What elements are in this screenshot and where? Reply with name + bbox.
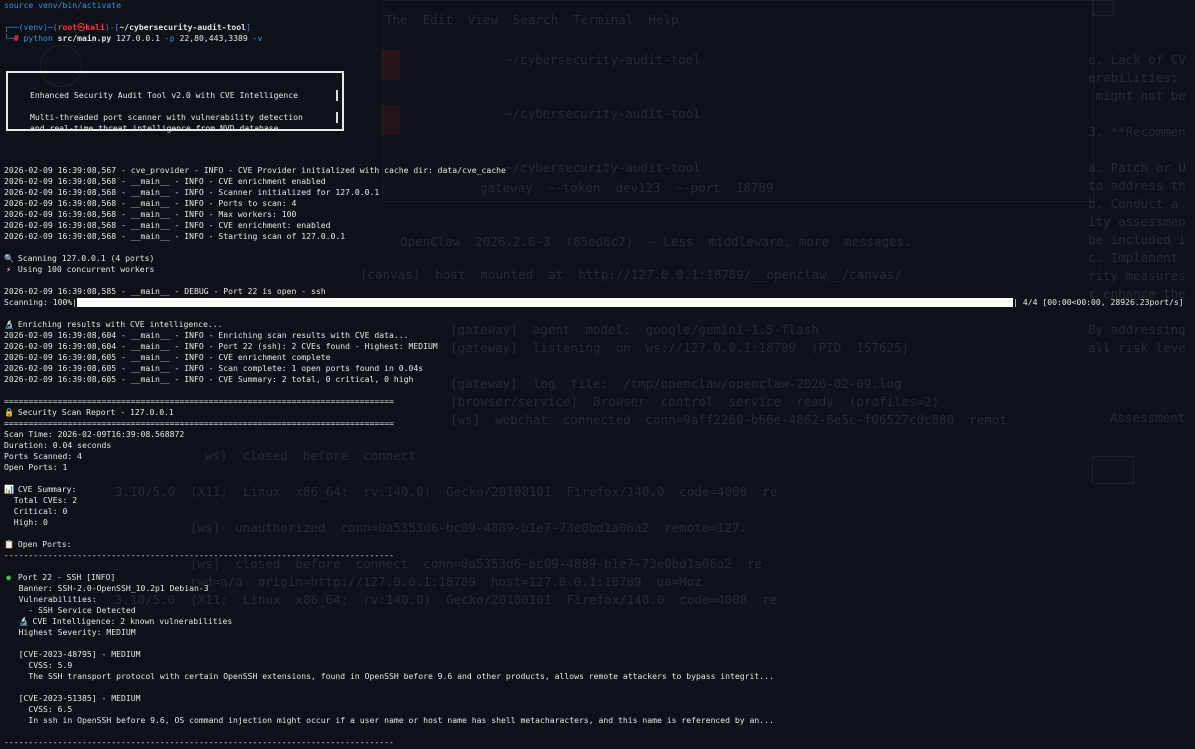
prompt-user: root	[57, 22, 78, 32]
cve-summary-header: 📊 CVE Summary:	[4, 484, 1195, 495]
separator-dash: ----------------------------------------…	[4, 737, 394, 747]
progress-line: Scanning: 100%| | 4/4 [00:00<00:00, 28926…	[4, 297, 1195, 308]
critical-count: Critical: 0	[4, 506, 68, 516]
cmd-flag-v: -v	[252, 33, 263, 43]
cve-score: CVSS: 6.5	[4, 704, 73, 714]
scanning-line: 🔍 Scanning 127.0.0.1 (4 ports)	[4, 253, 1195, 264]
workers-text: Using 100 concurrent workers	[17, 264, 155, 274]
cmd-script: src/main.py	[57, 33, 112, 43]
cve-intel-line: 🔬 CVE Intelligence: 2 known vulnerabilit…	[4, 616, 1195, 627]
bar-chart-icon: 📊	[4, 484, 15, 494]
vuln-item: - SSH Service Detected	[4, 605, 136, 615]
cve-description: The SSH transport protocol with certain …	[4, 671, 774, 681]
vulns-header: Vulnerabilities:	[4, 594, 97, 604]
green-circle-icon: ●	[6, 572, 11, 582]
terminal-log: 2026-02-09 16:39:08,567 - cve_provider -…	[4, 165, 1195, 749]
log-line: 2026-02-09 16:39:08,567 - cve_provider -…	[4, 165, 506, 175]
cmd-host: 127.0.0.1	[116, 33, 160, 43]
cve-summary-text: CVE Summary:	[17, 484, 77, 494]
microscope-icon: 🔬	[18, 616, 29, 626]
port-entry: ● Port 22 - SSH [INFO]	[4, 572, 1195, 583]
duration: Duration: 0.04 seconds	[4, 440, 112, 450]
ports-scanned: Ports Scanned: 4	[4, 451, 82, 461]
open-ports-header: 📋 Open Ports:	[4, 539, 1195, 550]
cve-id: [CVE-2023-48795] - MEDIUM	[4, 649, 141, 659]
cmd-flag-p: -p	[164, 33, 175, 43]
log-line: 2026-02-09 16:39:08,568 - __main__ - INF…	[4, 187, 380, 197]
banner-desc-2: and real-time threat intelligence from N…	[30, 123, 279, 133]
progress-bar	[77, 298, 1014, 307]
banner-title: Enhanced Security Audit Tool v2.0 with C…	[30, 90, 299, 100]
log-line: 2026-02-09 16:39:08,568 - __main__ - INF…	[4, 198, 297, 208]
enrich-line: 🔬 Enriching results with CVE intelligenc…	[4, 319, 1195, 330]
cve-intel-text: CVE Intelligence: 2 known vulnerabilitie…	[32, 616, 233, 626]
separator: ========================================…	[4, 396, 394, 406]
microscope-icon: 🔬	[4, 319, 15, 329]
highest-severity: Highest Severity: MEDIUM	[4, 627, 136, 637]
cve-description: In ssh in OpenSSH before 9.6, OS command…	[4, 715, 774, 725]
open-ports-count: Open Ports: 1	[4, 462, 68, 472]
report-title: 🔒 Security Scan Report - 127.0.0.1	[4, 407, 1195, 418]
total-cves: Total CVEs: 2	[4, 495, 78, 505]
shell-prompt: ┌──(venv)─(root㉿kali)-[~/cybersecurity-a…	[4, 22, 251, 32]
cmd-ports: 22,80,443,3389	[179, 33, 248, 43]
log-line: 2026-02-09 16:39:08,605 - __main__ - INF…	[4, 363, 424, 373]
log-line: 2026-02-09 16:39:08,605 - __main__ - INF…	[4, 352, 331, 362]
banner-desc-1: Multi-threaded port scanner with vulnera…	[30, 112, 303, 122]
report-title-text: Security Scan Report - 127.0.0.1	[17, 407, 174, 417]
progress-label: Scanning: 100%|	[4, 297, 78, 307]
prompt-host: kali	[85, 22, 105, 32]
cmd-python: python	[23, 33, 53, 43]
log-line: 2026-02-09 16:39:08,568 - __main__ - INF…	[4, 176, 326, 186]
lightning-icon: ⚡	[6, 264, 11, 274]
prompt-dir: ~/cybersecurity-audit-tool	[119, 22, 247, 32]
clipboard-icon: 📋	[4, 539, 15, 549]
prompt-venv: (venv)	[18, 22, 48, 32]
separator: ========================================…	[4, 418, 394, 428]
progress-fill	[77, 298, 1014, 307]
open-ports-text: Open Ports:	[17, 539, 72, 549]
search-icon: 🔍	[4, 253, 15, 263]
log-line: 2026-02-09 16:39:08,568 - __main__ - INF…	[4, 231, 346, 241]
log-line: 2026-02-09 16:39:08,568 - __main__ - INF…	[4, 220, 331, 230]
enrich-text: Enriching results with CVE intelligence.…	[17, 319, 223, 329]
progress-status: | 4/4 [00:00<00:00, 28926.23port/s]	[1013, 297, 1184, 307]
high-count: High: 0	[4, 517, 48, 527]
python-command: └─# python src/main.py 127.0.0.1 -p 22,8…	[4, 33, 263, 43]
separator-dash: ----------------------------------------…	[4, 550, 394, 560]
banner-edge	[336, 90, 338, 101]
port-title: Port 22 - SSH [INFO]	[17, 572, 116, 582]
cve-score: CVSS: 5.9	[4, 660, 73, 670]
tool-banner: Enhanced Security Audit Tool v2.0 with C…	[6, 71, 344, 133]
log-line: 2026-02-09 16:39:08,604 - __main__ - INF…	[4, 330, 409, 340]
log-line: 2026-02-09 16:39:08,568 - __main__ - INF…	[4, 209, 297, 219]
lock-icon: 🔒	[4, 407, 15, 417]
scanning-text: Scanning 127.0.0.1 (4 ports)	[17, 253, 155, 263]
log-line: 2026-02-09 16:39:08,604 - __main__ - INF…	[4, 341, 438, 351]
debug-line: 2026-02-09 16:39:08,585 - __main__ - DEB…	[4, 286, 326, 296]
cve-id: [CVE-2023-51385] - MEDIUM	[4, 693, 141, 703]
command-line: source venv/bin/activate	[4, 0, 121, 10]
port-banner: Banner: SSH-2.0-OpenSSH_10.2p1 Debian-3	[4, 583, 209, 593]
scan-time: Scan Time: 2026-02-09T16:39:08.568872	[4, 429, 185, 439]
banner-edge	[336, 112, 338, 123]
workers-line: ⚡ Using 100 concurrent workers	[4, 264, 1195, 275]
log-line: 2026-02-09 16:39:08,605 - __main__ - INF…	[4, 374, 414, 384]
